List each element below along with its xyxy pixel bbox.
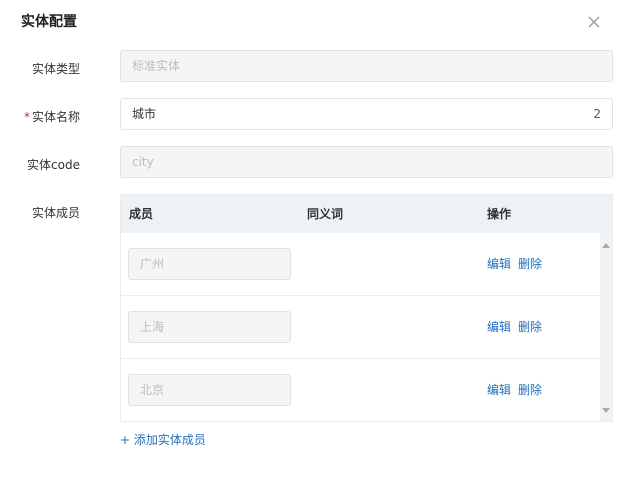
member-input[interactable]: 上海 — [128, 311, 291, 343]
edit-link[interactable]: 编辑 — [487, 233, 511, 296]
char-count: 2 — [593, 107, 601, 121]
table-body: 广州 编辑 删除 上海 编辑 删除 北京 编辑 删除 — [121, 233, 600, 421]
entity-type-placeholder: 标准实体 — [132, 59, 181, 73]
entity-type-label: 实体类型 — [31, 62, 80, 76]
members-table: 成员 同义词 操作 广州 编辑 删除 上海 编辑 删除 北京 编辑 删除 — [120, 194, 613, 422]
entity-members-label: 实体成员 — [31, 206, 80, 220]
edit-link[interactable]: 编辑 — [487, 296, 511, 359]
table-header: 成员 同义词 操作 — [121, 195, 612, 233]
header-synonym: 同义词 — [307, 207, 344, 221]
table-row: 上海 编辑 删除 — [121, 296, 600, 359]
scroll-up-arrow-icon[interactable] — [602, 243, 610, 248]
add-member-link[interactable]: + 添加实体成员 — [120, 431, 206, 448]
entity-code-label: 实体code — [27, 158, 80, 172]
required-mark: * — [23, 110, 30, 124]
dialog-title: 实体配置 — [21, 14, 77, 30]
entity-code-placeholder: city — [132, 155, 154, 169]
delete-link[interactable]: 删除 — [518, 296, 542, 359]
entity-name-label: 实体名称 — [31, 110, 80, 124]
delete-link[interactable]: 删除 — [518, 233, 542, 296]
entity-type-field: 标准实体 — [120, 50, 613, 82]
entity-name-value: 城市 — [132, 107, 157, 121]
close-icon[interactable] — [585, 13, 603, 31]
edit-link[interactable]: 编辑 — [487, 359, 511, 421]
table-row: 广州 编辑 删除 — [121, 233, 600, 296]
delete-link[interactable]: 删除 — [518, 359, 542, 421]
header-actions: 操作 — [487, 207, 512, 221]
entity-name-input[interactable]: 城市 2 — [120, 98, 613, 130]
table-scrollbar[interactable] — [600, 233, 612, 421]
entity-name-label-row: * 实体名称 — [0, 108, 80, 125]
entity-config-dialog: 实体配置 实体类型 标准实体 * 实体名称 城市 2 实体code city 实体… — [0, 0, 638, 504]
table-row: 北京 编辑 删除 — [121, 359, 600, 421]
entity-code-field: city — [120, 146, 613, 178]
member-input[interactable]: 广州 — [128, 248, 291, 280]
scroll-down-arrow-icon[interactable] — [602, 408, 610, 413]
header-member: 成员 — [129, 207, 154, 221]
member-input[interactable]: 北京 — [128, 374, 291, 406]
